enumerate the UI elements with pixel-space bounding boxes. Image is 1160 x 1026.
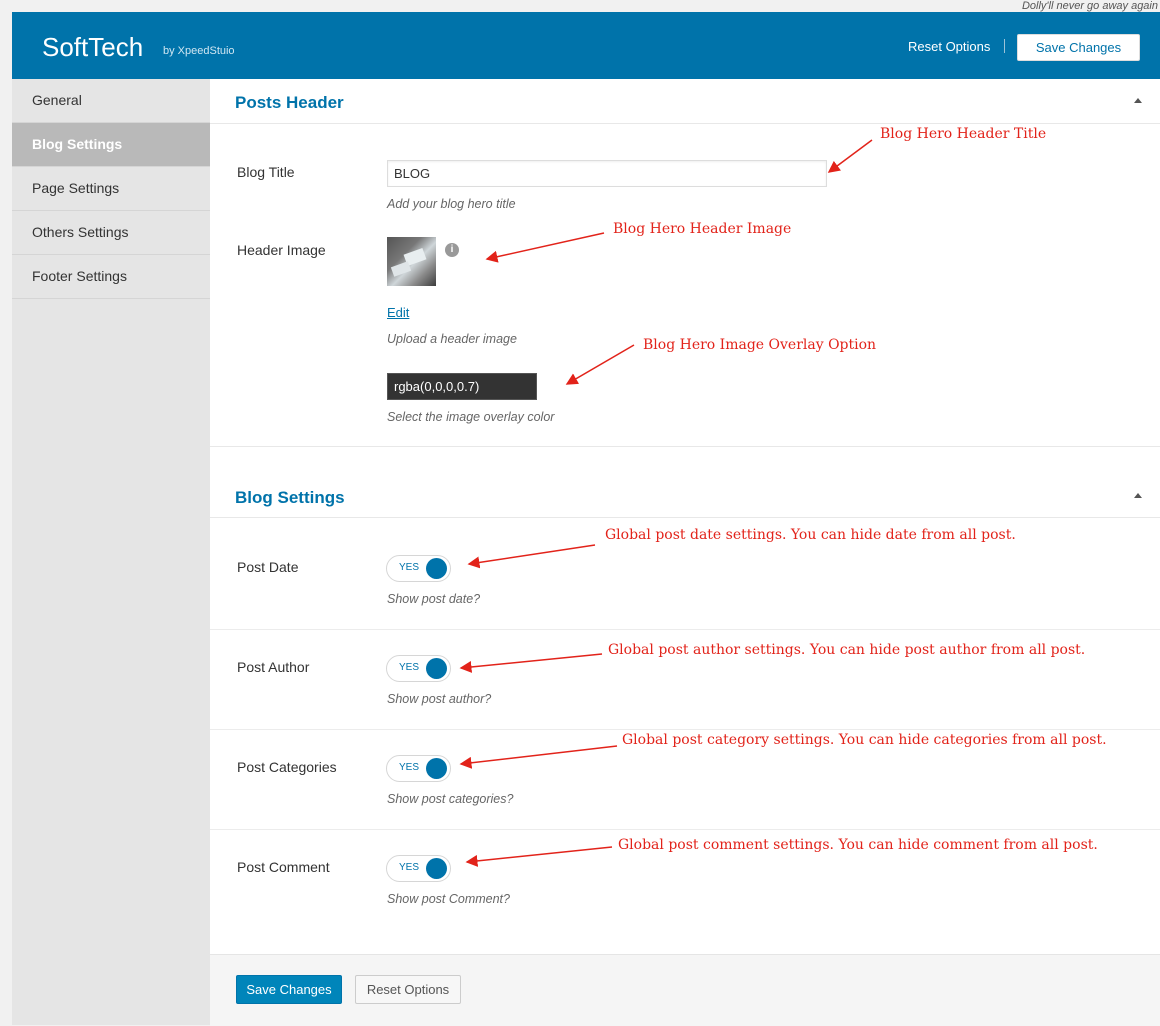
collapse-icon[interactable] <box>1134 98 1142 103</box>
sidebar: General Blog Settings Page Settings Othe… <box>12 79 210 1025</box>
section-divider <box>210 446 1160 447</box>
row-divider <box>210 829 1160 830</box>
blog-title-desc: Add your blog hero title <box>387 197 516 211</box>
post-comment-desc: Show post Comment? <box>387 892 510 906</box>
overlay-color-picker[interactable]: rgba(0,0,0,0.7) <box>387 373 537 400</box>
footer-bar: Save Changes Reset Options <box>210 954 1160 1026</box>
post-comment-toggle[interactable]: YES <box>386 855 451 882</box>
post-author-label: Post Author <box>237 659 310 675</box>
reset-options-link[interactable]: Reset Options <box>908 39 990 54</box>
header-image-desc: Upload a header image <box>387 332 517 346</box>
edit-image-link[interactable]: Edit <box>387 305 409 320</box>
post-categories-toggle[interactable]: YES <box>386 755 451 782</box>
toggle-label: YES <box>399 862 420 873</box>
save-changes-button[interactable]: Save Changes <box>1017 34 1140 61</box>
brand-subtitle: by XpeedStuio <box>163 45 235 57</box>
collapse-icon[interactable] <box>1134 493 1142 498</box>
posts-header-title: Posts Header <box>235 93 344 112</box>
app-header: SoftTech by XpeedStuio Reset Options Sav… <box>12 12 1160 79</box>
post-categories-label: Post Categories <box>237 759 337 775</box>
annotation-header-title: Blog Hero Header Title <box>880 126 1047 142</box>
sidebar-item-others-settings[interactable]: Others Settings <box>12 211 210 255</box>
row-divider <box>210 629 1160 630</box>
toggle-label: YES <box>399 562 420 573</box>
top-note: Dolly'll never go away again <box>1021 0 1158 12</box>
sidebar-item-blog-settings[interactable]: Blog Settings <box>12 123 210 167</box>
blog-title-label: Blog Title <box>237 164 295 180</box>
sidebar-item-footer-settings[interactable]: Footer Settings <box>12 255 210 299</box>
toggle-knob <box>426 758 447 779</box>
footer-reset-button[interactable]: Reset Options <box>355 975 461 1004</box>
toggle-knob <box>426 658 447 679</box>
annotation-post-categories: Global post category settings. You can h… <box>622 732 1107 748</box>
header-image-thumbnail[interactable] <box>387 237 436 286</box>
blog-title-input[interactable]: BLOG <box>387 160 827 187</box>
blog-settings-title: Blog Settings <box>235 488 345 507</box>
section-divider <box>210 123 1160 124</box>
sidebar-item-page-settings[interactable]: Page Settings <box>12 167 210 211</box>
header-divider <box>1004 39 1005 53</box>
post-categories-desc: Show post categories? <box>387 792 514 806</box>
row-divider <box>210 729 1160 730</box>
annotation-post-date: Global post date settings. You can hide … <box>605 527 1016 543</box>
post-author-desc: Show post author? <box>387 692 492 706</box>
annotation-overlay: Blog Hero Image Overlay Option <box>643 337 877 353</box>
section-divider <box>210 517 1160 518</box>
toggle-label: YES <box>399 662 420 673</box>
info-icon[interactable]: i <box>445 243 459 257</box>
annotation-post-author: Global post author settings. You can hid… <box>608 642 1086 658</box>
post-comment-label: Post Comment <box>237 859 330 875</box>
sidebar-item-general[interactable]: General <box>12 79 210 123</box>
post-date-toggle[interactable]: YES <box>386 555 451 582</box>
header-image-label: Header Image <box>237 242 326 258</box>
annotation-post-comment: Global post comment settings. You can hi… <box>618 837 1098 853</box>
post-author-toggle[interactable]: YES <box>386 655 451 682</box>
toggle-knob <box>426 558 447 579</box>
overlay-desc: Select the image overlay color <box>387 410 555 424</box>
footer-save-button[interactable]: Save Changes <box>236 975 342 1004</box>
annotation-header-image: Blog Hero Header Image <box>613 221 792 237</box>
post-date-desc: Show post date? <box>387 592 481 606</box>
toggle-knob <box>426 858 447 879</box>
toggle-label: YES <box>399 762 420 773</box>
brand-title: SoftTech <box>42 32 144 62</box>
post-date-label: Post Date <box>237 559 299 575</box>
